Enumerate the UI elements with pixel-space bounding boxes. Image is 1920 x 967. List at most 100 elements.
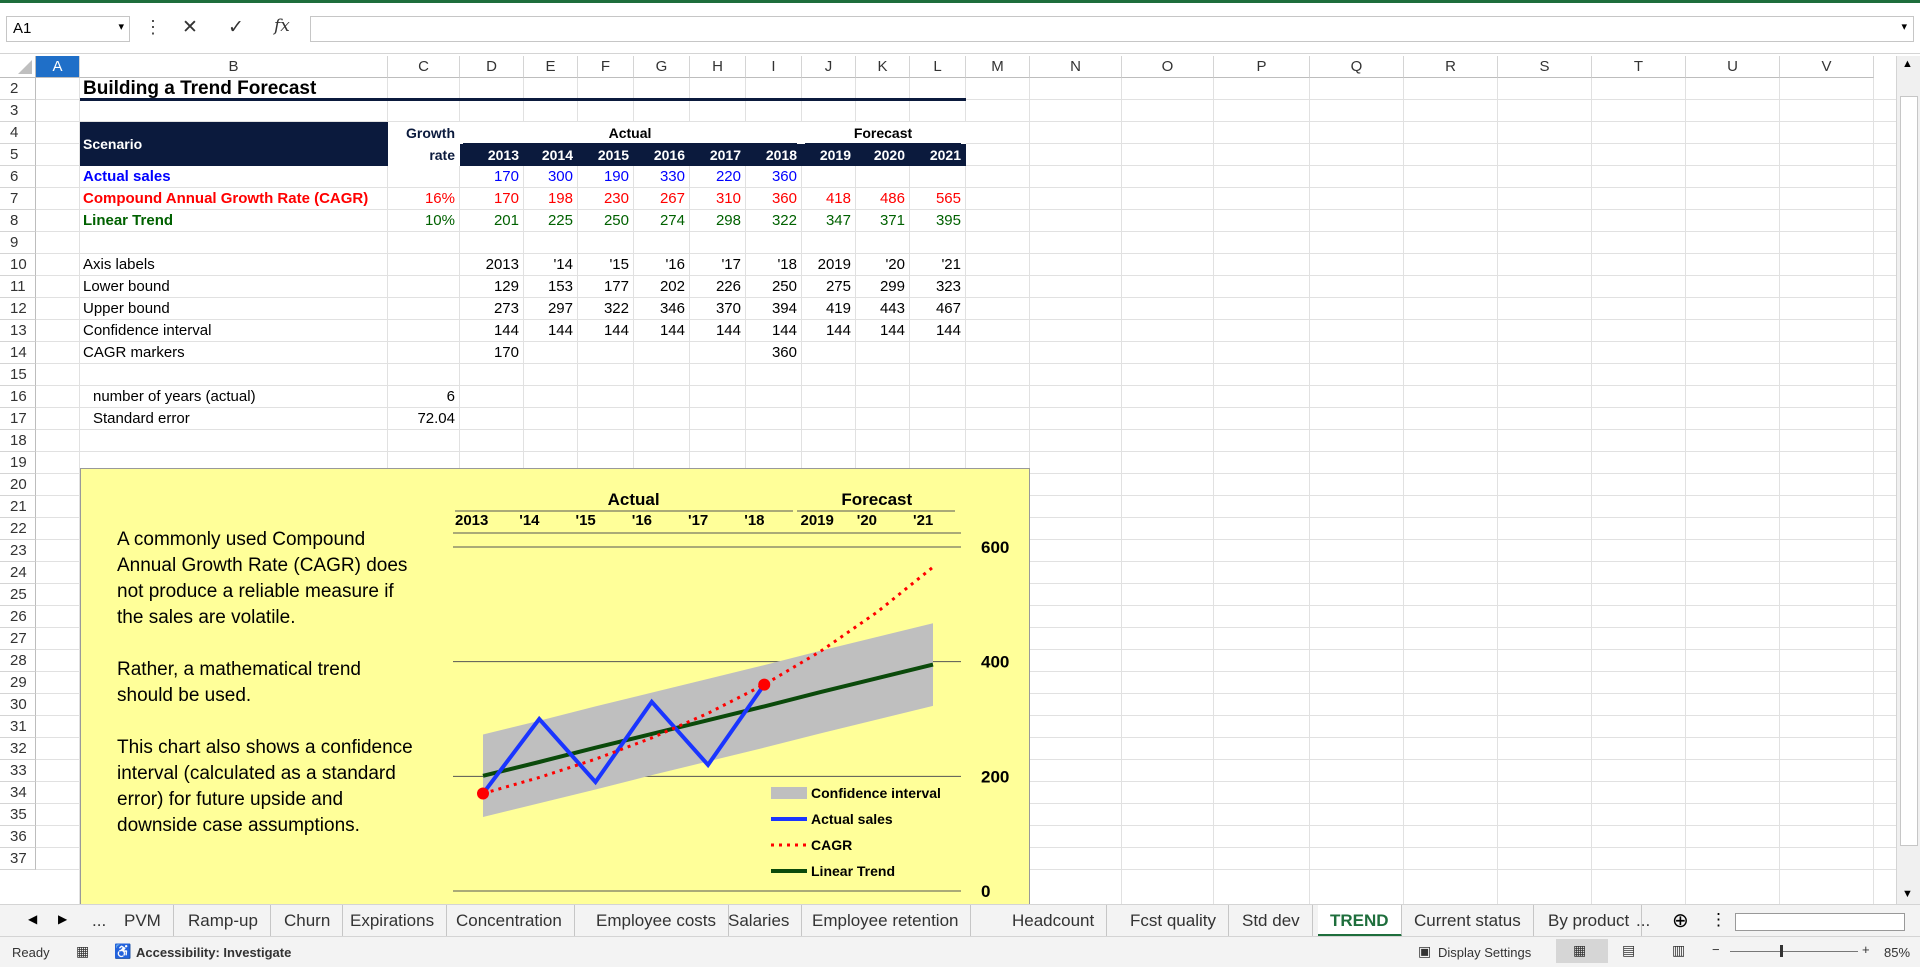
cagr-value[interactable]: 310 [693, 188, 741, 210]
column-header-b[interactable]: B [80, 56, 388, 78]
row-header-13[interactable]: 13 [0, 320, 36, 342]
tab-overflow[interactable]: ... [1632, 905, 1654, 937]
tab-employee-retention[interactable]: Employee retention [800, 905, 972, 937]
row-header-6[interactable]: 6 [0, 166, 36, 188]
std-error-label[interactable]: Standard error [83, 408, 393, 430]
conf-interval-value[interactable]: 144 [637, 320, 685, 342]
lower-bound-value[interactable]: 323 [913, 276, 961, 298]
row-header-11[interactable]: 11 [0, 276, 36, 298]
row-header-29[interactable]: 29 [0, 672, 36, 694]
row-header-24[interactable]: 24 [0, 562, 36, 584]
axis-labels-value[interactable]: 2013 [463, 254, 519, 276]
linear-value[interactable]: 298 [693, 210, 741, 232]
cagr-rate[interactable]: 16% [391, 188, 455, 210]
row-header-10[interactable]: 10 [0, 254, 36, 276]
scroll-down-icon[interactable]: ▼ [1902, 888, 1913, 900]
cagr-value[interactable]: 198 [527, 188, 573, 210]
column-header-a[interactable]: A [36, 56, 80, 78]
scroll-up-icon[interactable]: ▲ [1902, 58, 1913, 70]
tab-by-product[interactable]: By product [1536, 905, 1643, 937]
growth-rate-header-1[interactable]: Growth [391, 122, 455, 144]
axis-labels-value[interactable]: '20 [859, 254, 905, 276]
year-header-2016[interactable]: 2016 [637, 144, 685, 166]
column-header-j[interactable]: J [802, 56, 856, 78]
linear-label[interactable]: Linear Trend [83, 210, 383, 232]
axis-labels-value[interactable]: '17 [693, 254, 741, 276]
scroll-thumb[interactable] [1900, 96, 1918, 846]
row-header-8[interactable]: 8 [0, 210, 36, 232]
macro-record-icon[interactable]: ▦ [76, 943, 89, 960]
row-header-5[interactable]: 5 [0, 144, 36, 166]
row-header-3[interactable]: 3 [0, 100, 36, 122]
lower-bound-value[interactable]: 153 [527, 276, 573, 298]
linear-value[interactable]: 250 [581, 210, 629, 232]
row-header-7[interactable]: 7 [0, 188, 36, 210]
select-all-button[interactable] [0, 56, 36, 78]
row-header-22[interactable]: 22 [0, 518, 36, 540]
cagr-markers-value[interactable] [693, 342, 741, 364]
cagr-markers-value[interactable]: 360 [749, 342, 797, 364]
linear-value[interactable]: 274 [637, 210, 685, 232]
row-header-9[interactable]: 9 [0, 232, 36, 254]
zoom-out-icon[interactable]: − [1712, 942, 1720, 957]
actual-sales-value[interactable]: 220 [693, 166, 741, 188]
cagr-value[interactable]: 230 [581, 188, 629, 210]
axis-labels-value[interactable]: '21 [913, 254, 961, 276]
conf-interval-value[interactable]: 144 [749, 320, 797, 342]
tab-overflow[interactable]: ... [88, 905, 110, 937]
axis-labels-value[interactable]: 2019 [805, 254, 851, 276]
cancel-icon[interactable]: ✕ [182, 16, 198, 39]
axis-labels-label[interactable]: Axis labels [83, 254, 383, 276]
cagr-value[interactable]: 486 [859, 188, 905, 210]
column-header-l[interactable]: L [910, 56, 966, 78]
row-header-21[interactable]: 21 [0, 496, 36, 518]
upper-bound-value[interactable]: 443 [859, 298, 905, 320]
actual-sales-rate[interactable] [391, 166, 455, 188]
cagr-value[interactable]: 360 [749, 188, 797, 210]
row-header-34[interactable]: 34 [0, 782, 36, 804]
column-header-f[interactable]: F [578, 56, 634, 78]
tab-salaries[interactable]: Salaries [716, 905, 803, 937]
cagr-value[interactable]: 418 [805, 188, 851, 210]
conf-interval-value[interactable]: 144 [463, 320, 519, 342]
year-header-2021[interactable]: 2021 [913, 144, 961, 166]
row-header-37[interactable]: 37 [0, 848, 36, 870]
std-error-value[interactable]: 72.04 [391, 408, 455, 430]
tab-employee-costs[interactable]: Employee costs [584, 905, 729, 937]
row-header-28[interactable]: 28 [0, 650, 36, 672]
row-header-18[interactable]: 18 [0, 430, 36, 452]
upper-bound-value[interactable]: 297 [527, 298, 573, 320]
column-header-u[interactable]: U [1686, 56, 1780, 78]
axis-labels-value[interactable]: '18 [749, 254, 797, 276]
column-header-t[interactable]: T [1592, 56, 1686, 78]
more-icon[interactable]: ⋮ [144, 17, 162, 38]
year-header-2020[interactable]: 2020 [859, 144, 905, 166]
normal-view-icon[interactable]: ▦ [1573, 942, 1586, 959]
column-header-p[interactable]: P [1214, 56, 1310, 78]
year-header-2013[interactable]: 2013 [463, 144, 519, 166]
row-header-30[interactable]: 30 [0, 694, 36, 716]
accessibility-status[interactable]: Accessibility: Investigate [136, 945, 291, 960]
upper-bound-value[interactable]: 467 [913, 298, 961, 320]
actual-sales-value[interactable] [913, 166, 961, 188]
tab-trend[interactable]: TREND [1318, 905, 1402, 937]
growth-rate-header-2[interactable]: rate [391, 144, 455, 166]
upper-bound-value[interactable]: 322 [581, 298, 629, 320]
row-header-35[interactable]: 35 [0, 804, 36, 826]
tab-concentration[interactable]: Concentration [444, 905, 575, 937]
expand-formula-icon[interactable]: ▾ [1901, 20, 1907, 33]
row-header-23[interactable]: 23 [0, 540, 36, 562]
cagr-markers-value[interactable] [637, 342, 685, 364]
column-header-e[interactable]: E [524, 56, 578, 78]
year-header-2014[interactable]: 2014 [527, 144, 573, 166]
zoom-slider[interactable] [1730, 951, 1858, 952]
actual-sales-value[interactable] [859, 166, 905, 188]
cagr-markers-value[interactable] [805, 342, 851, 364]
actual-header[interactable]: Actual [463, 122, 797, 144]
lower-bound-value[interactable]: 177 [581, 276, 629, 298]
linear-value[interactable]: 371 [859, 210, 905, 232]
row-header-33[interactable]: 33 [0, 760, 36, 782]
row-header-31[interactable]: 31 [0, 716, 36, 738]
row-header-2[interactable]: 2 [0, 78, 36, 100]
cagr-markers-value[interactable] [913, 342, 961, 364]
